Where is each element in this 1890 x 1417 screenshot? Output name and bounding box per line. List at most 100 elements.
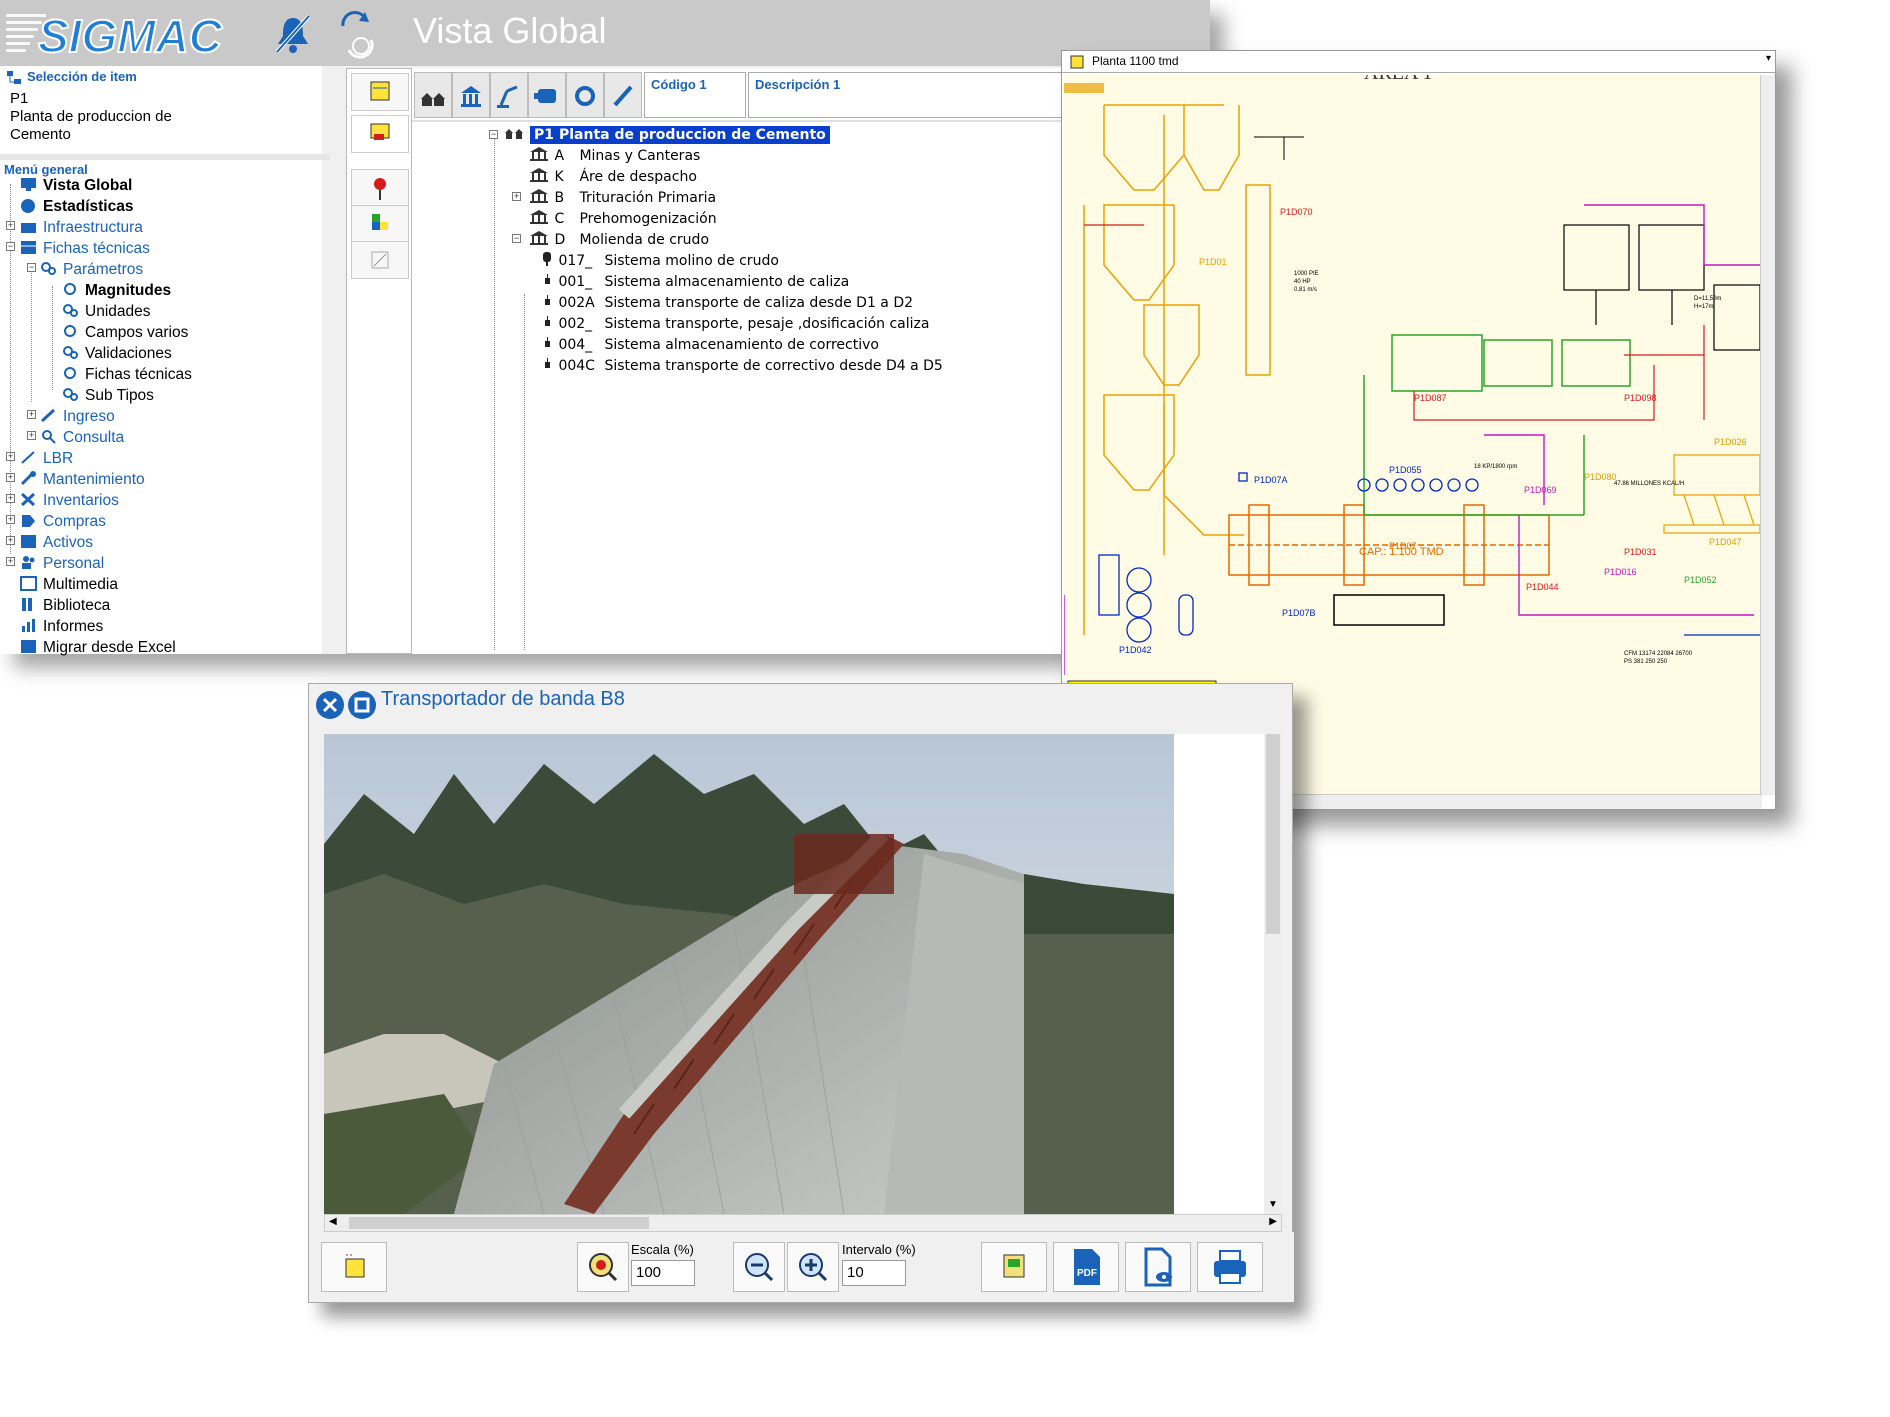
menu-item-parametros[interactable]: Parámetros [40,261,143,279]
scroll-down-icon[interactable]: ▼ [1268,1199,1278,1210]
photo-vertical-scrollbar[interactable]: ▼ [1264,734,1282,1214]
menu-item-ingreso[interactable]: Ingreso [40,408,115,426]
tree-node-002[interactable]: 002_ Sistema transporte, pesaje ,dosifica… [540,314,929,332]
menu-item-lbr[interactable]: LBR [20,450,73,468]
menu-item-magnitudes[interactable]: Magnitudes [62,282,171,300]
drawing-vertical-scrollbar[interactable] [1760,75,1775,795]
toolbar-bank-button[interactable] [452,72,490,118]
collapse-icon[interactable]: − [6,242,15,251]
dropdown-icon[interactable]: ▾ [1766,53,1771,64]
menu-item-label: Ingreso [63,408,115,425]
notes-button[interactable] [351,73,409,111]
zoom-fit-button[interactable] [577,1242,629,1292]
toolbar-tool-button[interactable] [604,72,642,118]
tree-node-017[interactable]: 017_ Sistema molino de crudo [540,251,779,269]
svg-text:40 HP: 40 HP [1294,279,1311,285]
menu-item-compras[interactable]: Compras [20,513,106,531]
blocks-button[interactable] [351,205,409,243]
menu-item-infraestructura[interactable]: Infraestructura [20,219,143,237]
menu-item-mantenimiento[interactable]: Mantenimiento [20,471,145,489]
tree-node-label: Planta de produccion de Cemento [559,127,826,143]
location-button[interactable] [351,169,409,207]
close-icon[interactable] [315,690,345,720]
toolbar-robot-button[interactable] [490,72,528,118]
tree-node-c[interactable]: C Prehomogenización [528,209,717,227]
tree-node-b[interactable]: B Trituración Primaria [528,188,716,206]
menu-item-fichas-tecnicas-sub[interactable]: Fichas técnicas [62,366,192,384]
collapse-icon[interactable]: − [512,234,521,243]
toolbar-engine-button[interactable] [528,72,566,118]
tree-node-001[interactable]: 001_ Sistema almacenamiento de caliza [540,272,849,290]
gears-icon [63,388,78,401]
tree-node-004[interactable]: 004_ Sistema almacenamiento de correctivo [540,335,879,353]
tree-node-label: Sistema molino de crudo [604,253,779,269]
tree-node-d[interactable]: D Molienda de crudo [528,230,709,248]
tree-node-code: B [554,190,565,206]
menu-item-multimedia[interactable]: Multimedia [20,576,118,594]
grid-icon [21,535,36,548]
menu-item-consulta[interactable]: Consulta [40,429,124,447]
menu-item-label: Activos [43,534,93,551]
collapse-icon[interactable]: − [27,263,36,272]
toolbar-gear-button[interactable] [566,72,604,118]
menu-item-unidades[interactable]: Unidades [62,303,151,321]
svg-text:1000 PIE: 1000 PIE [1294,271,1319,277]
diagram-label: P1D052 [1684,575,1717,585]
scroll-right-icon[interactable]: ▶ [1269,1216,1277,1227]
expand-icon[interactable]: + [6,515,15,524]
interval-input[interactable]: 10 [842,1260,906,1286]
expand-icon[interactable]: + [512,192,521,201]
menu-item-personal[interactable]: Personal [20,555,104,573]
tree-node-k[interactable]: K Áre de despacho [528,167,697,185]
tree-node-code: P1 [534,127,555,143]
notes-button[interactable] [321,1242,387,1292]
zoom-out-button[interactable] [733,1242,785,1292]
expand-icon[interactable]: + [6,452,15,461]
expand-icon[interactable]: + [27,410,36,419]
expand-icon[interactable]: + [6,221,15,230]
save-image-button[interactable] [981,1242,1047,1292]
menu-item-informes[interactable]: Informes [20,618,103,636]
scroll-left-icon[interactable]: ◀ [329,1216,337,1227]
column-header-code[interactable]: Código 1 [644,72,746,118]
menu-item-fichas-tecnicas[interactable]: Fichas técnicas [20,240,150,258]
pdf-button[interactable]: PDF [1053,1242,1119,1292]
maximize-icon[interactable] [347,690,377,720]
expand-icon[interactable]: + [27,431,36,440]
tree-view-button[interactable] [351,115,409,153]
menu-item-vista-global[interactable]: Vista Global [20,177,132,195]
tree-node-004c[interactable]: 004C Sistema transporte de correctivo des… [540,356,943,374]
expand-icon[interactable]: + [6,536,15,545]
diagram-label: P1D044 [1526,582,1559,592]
tree-node-label: Áre de despacho [579,169,697,185]
bell-off-icon[interactable] [273,12,313,56]
print-button[interactable] [1197,1242,1263,1292]
photo-horizontal-scrollbar[interactable]: ◀ ▶ [324,1214,1282,1232]
menu-item-activos[interactable]: Activos [20,534,93,552]
menu-item-migrar-excel[interactable]: Migrar desde Excel [20,639,176,657]
expand-icon[interactable]: + [6,557,15,566]
preview-button[interactable] [1125,1242,1191,1292]
zoom-in-button[interactable] [787,1242,839,1292]
scale-input[interactable]: 100 [631,1260,695,1286]
tree-node-002a[interactable]: 002A Sistema transporte de caliza desde D… [540,293,913,311]
expand-icon[interactable]: + [6,494,15,503]
collapse-icon[interactable]: − [489,130,498,139]
edit-button[interactable] [351,241,409,279]
menu-item-label: Vista Global [43,177,133,194]
tree-node-a[interactable]: A Minas y Canteras [528,146,700,164]
expand-icon[interactable]: + [6,473,15,482]
menu-item-biblioteca[interactable]: Biblioteca [20,597,110,615]
toolbar-houses-button[interactable] [414,72,452,118]
menu-item-validaciones[interactable]: Validaciones [62,345,172,363]
sync-icon[interactable] [337,6,377,60]
menu-item-campos-varios[interactable]: Campos varios [62,324,188,342]
menu-item-sub-tipos[interactable]: Sub Tipos [62,387,154,405]
menu-item-estadisticas[interactable]: Estadísticas [20,198,133,216]
menu-item-inventarios[interactable]: Inventarios [20,492,119,510]
scroll-thumb[interactable] [349,1217,649,1229]
selection-code: P1 [10,90,29,107]
photo-viewer[interactable] [324,734,1264,1214]
tree-node-p1[interactable]: P1 Planta de produccion de Cemento [504,125,830,144]
scroll-thumb[interactable] [1266,734,1280,934]
